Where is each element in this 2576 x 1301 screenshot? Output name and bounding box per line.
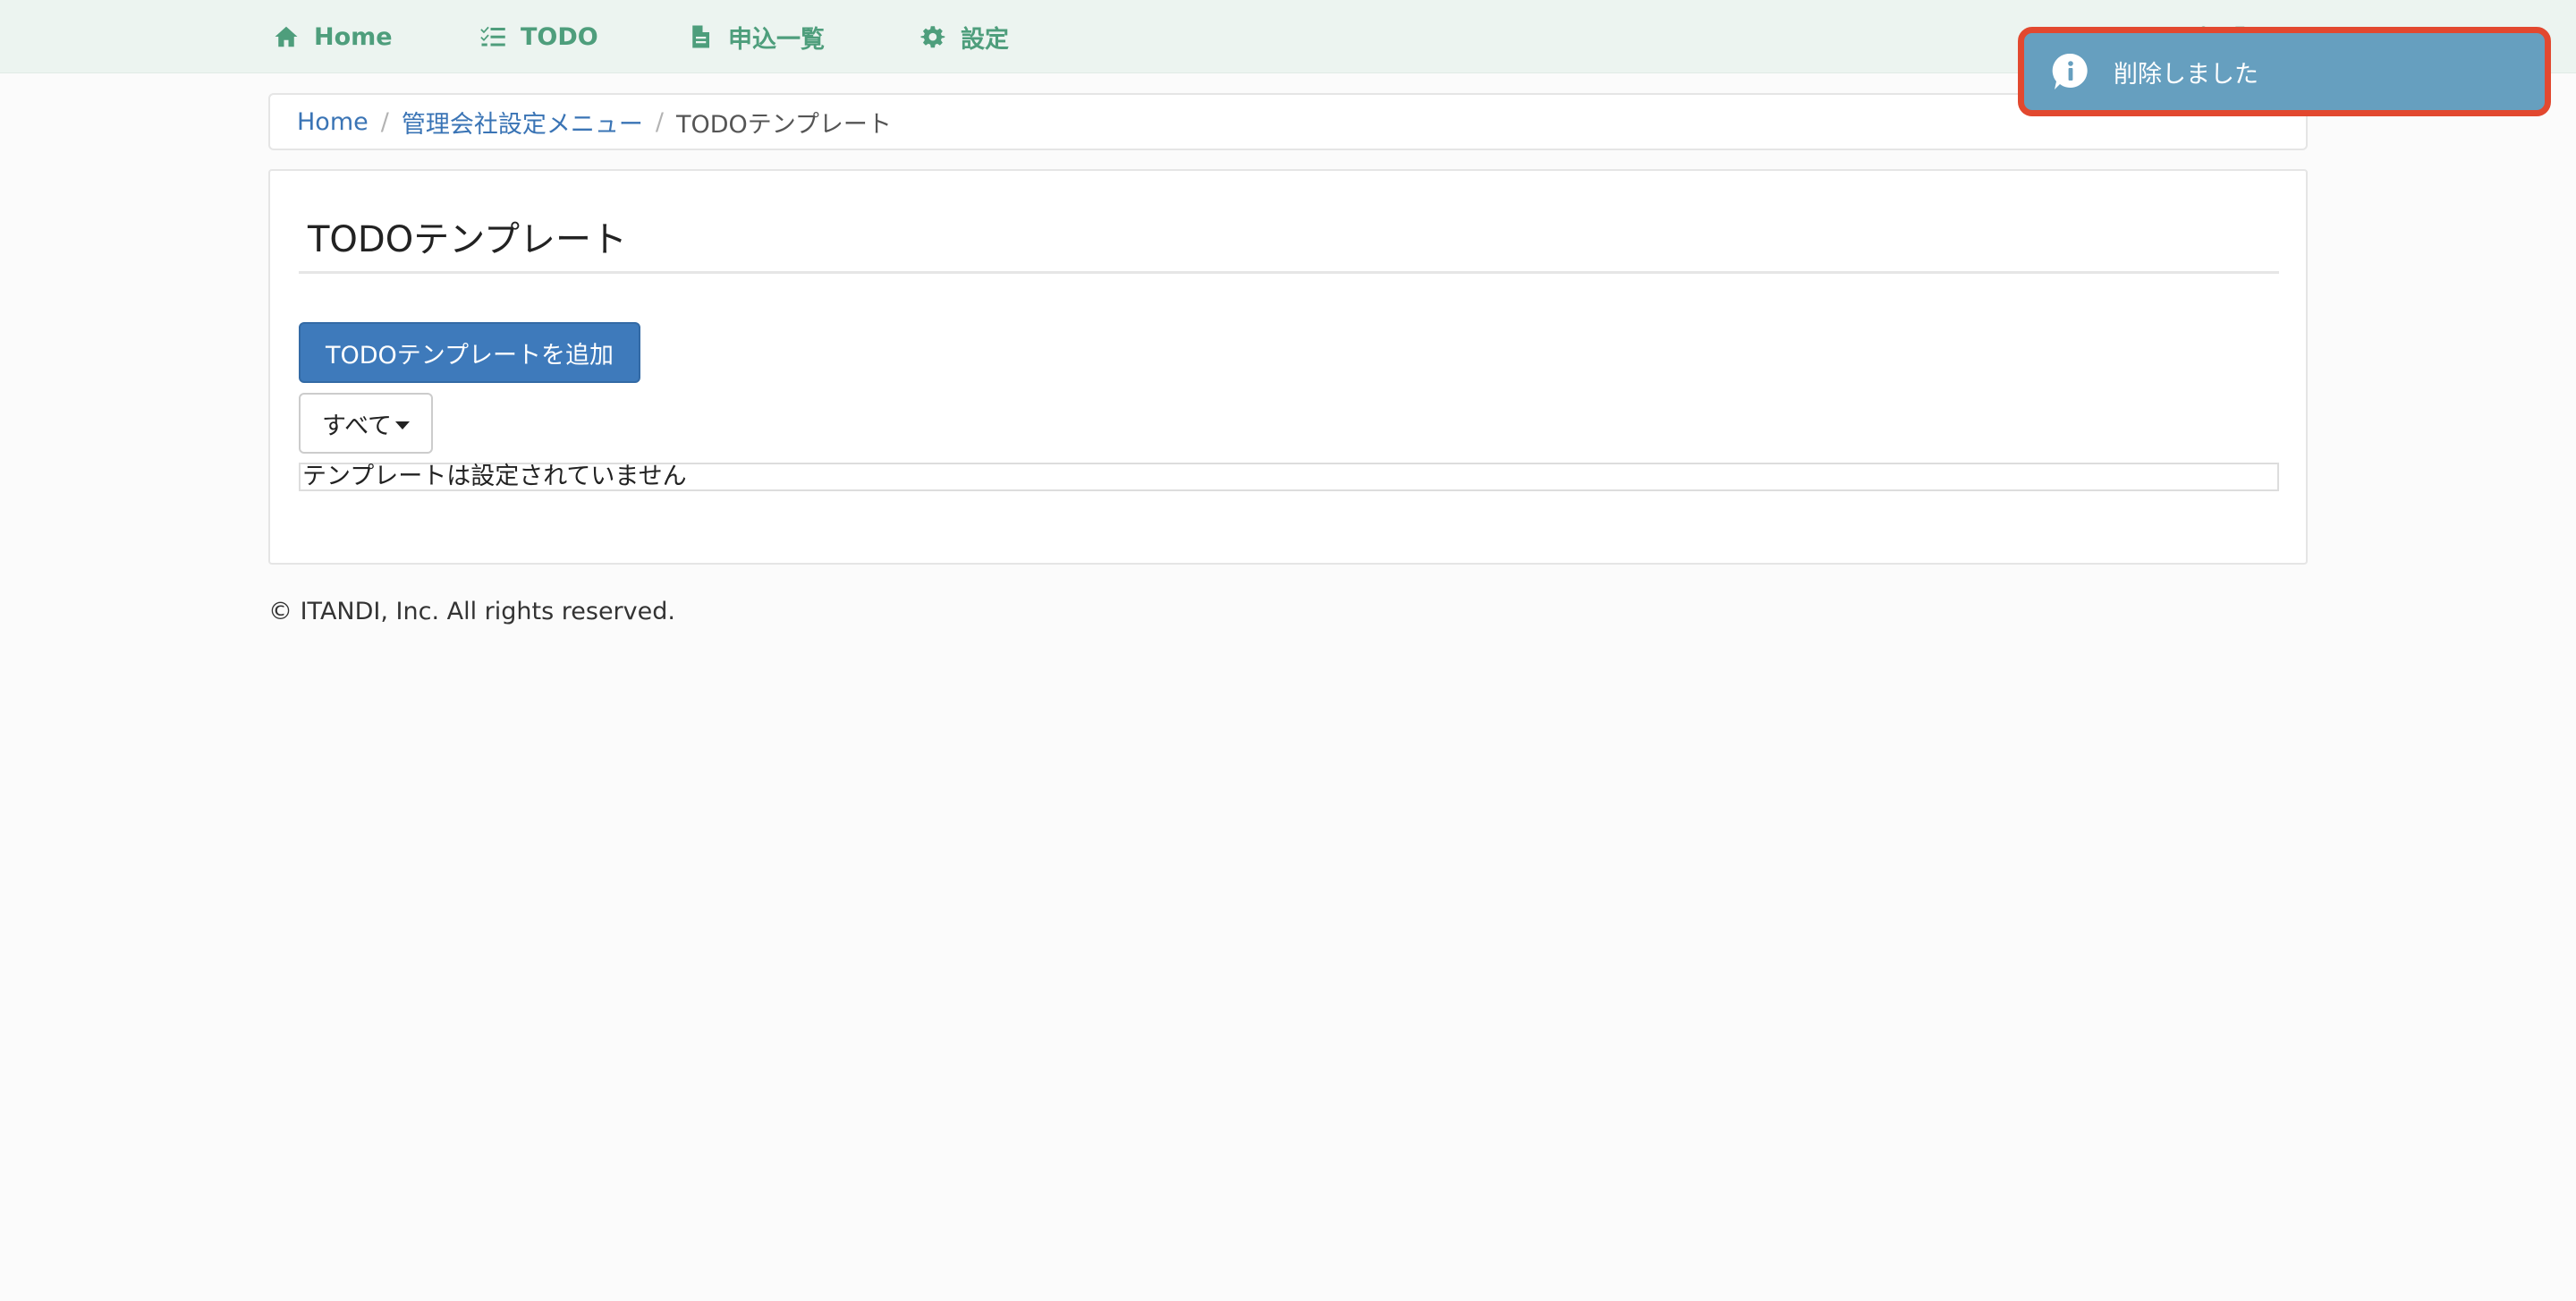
nav-applications[interactable]: 申込一覧 (687, 0, 825, 73)
footer-copyright: © ITANDI, Inc. All rights reserved. (268, 598, 675, 625)
nav-todo-label: TODO (521, 22, 598, 51)
nav-todo[interactable]: TODO (479, 0, 598, 73)
breadcrumb-separator: / (655, 107, 664, 136)
toast-notification[interactable]: 削除しました (2018, 27, 2551, 116)
nav-settings[interactable]: 設定 (919, 0, 1009, 73)
todo-template-panel: TODOテンプレート TODOテンプレートを追加 すべて テンプレートは設定され… (268, 169, 2308, 565)
empty-template-message: テンプレートは設定されていません (299, 463, 2279, 491)
nav-settings-label: 設定 (961, 25, 1009, 54)
nav-home[interactable]: Home (273, 0, 393, 73)
gear-icon (920, 26, 945, 48)
breadcrumb: Home / 管理会社設定メニュー / TODOテンプレート (268, 93, 2308, 150)
checklist-icon (480, 26, 505, 47)
caret-down-icon (395, 421, 411, 429)
page-title: TODOテンプレート (308, 219, 628, 260)
home-icon (275, 26, 298, 47)
breadcrumb-current: TODOテンプレート (675, 110, 892, 139)
document-icon (692, 25, 709, 48)
add-todo-template-button[interactable]: TODOテンプレートを追加 (299, 322, 640, 383)
toast-message: 削除しました (2114, 60, 2258, 89)
title-divider (299, 271, 2279, 274)
breadcrumb-settings-menu[interactable]: 管理会社設定メニュー (402, 105, 643, 140)
nav-home-label: Home (314, 22, 393, 51)
filter-dropdown[interactable]: すべて (299, 393, 433, 454)
info-icon (2052, 53, 2088, 89)
breadcrumb-home[interactable]: Home (297, 108, 369, 136)
filter-dropdown-label: すべて (321, 412, 393, 440)
nav-applications-label: 申込一覧 (728, 25, 825, 54)
breadcrumb-separator: / (380, 107, 389, 136)
